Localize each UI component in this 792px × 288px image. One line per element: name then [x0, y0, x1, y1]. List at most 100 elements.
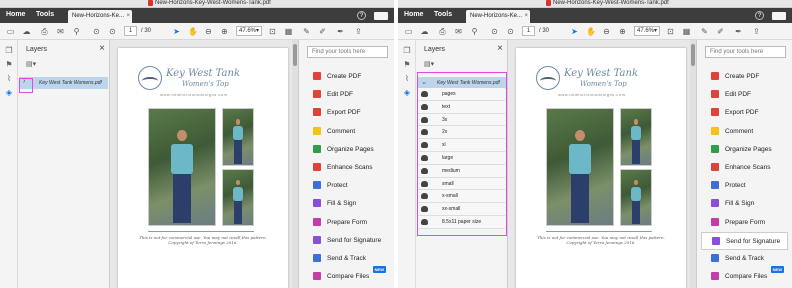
page-number-input[interactable]: 1 — [124, 26, 137, 36]
zoom-out-icon[interactable]: ⊖ — [204, 27, 213, 36]
tool-item[interactable]: Fill & Sign — [701, 195, 788, 213]
print-icon[interactable]: ⎙ — [438, 27, 447, 36]
tool-item-label: Protect — [327, 182, 348, 190]
send-track-icon — [711, 253, 719, 262]
search-icon[interactable]: ⚲ — [470, 27, 479, 36]
sign-icon[interactable]: ✒ — [336, 27, 345, 36]
tool-item[interactable]: Send for Signature — [701, 231, 788, 250]
close-icon[interactable]: × — [99, 43, 105, 54]
bookmark-icon[interactable]: ⚑ — [4, 60, 14, 70]
tool-search-input[interactable]: Find your tools here — [307, 46, 388, 58]
tab-document[interactable]: New-Horizons-Ke... × — [68, 10, 132, 23]
zoom-select[interactable]: 47.6% ▾ — [634, 26, 660, 36]
tool-item[interactable]: Export PDF — [303, 104, 390, 122]
tab-home[interactable]: Home — [6, 11, 25, 18]
hand-tool-icon[interactable]: ✋ — [586, 27, 596, 36]
zoom-in-icon[interactable]: ⊕ — [618, 27, 627, 36]
select-cursor-icon[interactable]: ➤ — [570, 27, 579, 36]
scrollbar-thumb[interactable] — [691, 44, 695, 66]
search-icon[interactable]: ⚲ — [72, 27, 81, 36]
layer-options-icon[interactable]: ▤▾ — [424, 60, 434, 68]
tool-item[interactable]: Create PDF — [701, 68, 788, 86]
tool-search-input[interactable]: Find your tools here — [705, 46, 786, 58]
tool-item[interactable]: Protect — [303, 177, 390, 195]
tool-item[interactable]: Create PDF — [303, 68, 390, 86]
tab-home[interactable]: Home — [404, 11, 423, 18]
logo-title: Key West Tank — [564, 68, 639, 79]
tool-item[interactable]: Fill & Sign — [303, 195, 390, 213]
page-thumbnails-icon[interactable]: ❐ — [402, 46, 412, 56]
page-up-icon[interactable]: ⊙ — [92, 27, 101, 36]
page-total: / 30 — [141, 28, 152, 34]
tab-tools[interactable]: Tools — [36, 11, 54, 18]
logo-emblem — [536, 66, 560, 90]
email-icon[interactable]: ✉ — [56, 27, 65, 36]
logo-url: www.newhorizonsdesigns.com — [558, 92, 626, 97]
attachment-icon[interactable]: ⌇ — [4, 74, 14, 84]
protect-icon — [711, 181, 719, 190]
tool-item[interactable]: Enhance Scans — [701, 159, 788, 177]
layers-icon[interactable]: ◈ — [402, 88, 412, 98]
tool-item[interactable]: Send for Signature — [303, 232, 390, 250]
zoom-out-icon[interactable]: ⊖ — [602, 27, 611, 36]
tool-item[interactable]: Edit PDF — [303, 86, 390, 104]
comment-icon — [711, 126, 719, 135]
tool-item[interactable]: Comment — [701, 123, 788, 141]
tool-item[interactable]: Export PDF — [701, 104, 788, 122]
upload-icon[interactable]: ☁ — [420, 27, 429, 36]
attachment-icon[interactable]: ⌇ — [402, 74, 412, 84]
help-button[interactable]: ? — [755, 11, 764, 20]
tool-item[interactable]: Organize Pages — [701, 141, 788, 159]
close-tab-icon[interactable]: × — [524, 13, 528, 19]
tool-item[interactable]: Prepare Form — [701, 214, 788, 232]
close-icon[interactable]: × — [497, 43, 503, 54]
tool-item[interactable]: Protect — [701, 177, 788, 195]
sign-icon[interactable]: ✒ — [734, 27, 743, 36]
close-tab-icon[interactable]: × — [126, 13, 130, 19]
comment-icon[interactable]: ✎ — [700, 27, 709, 36]
zoom-in-icon[interactable]: ⊕ — [220, 27, 229, 36]
layer-options-icon[interactable]: ▤▾ — [26, 60, 36, 68]
email-icon[interactable]: ✉ — [454, 27, 463, 36]
hand-tool-icon[interactable]: ✋ — [188, 27, 198, 36]
tool-item[interactable]: Compare Files NEW — [701, 266, 788, 286]
tool-item-label: Edit PDF — [725, 91, 752, 99]
page-number-input[interactable]: 1 — [522, 26, 535, 36]
window-control-button[interactable] — [772, 12, 786, 20]
upload-icon[interactable]: ☁ — [22, 27, 31, 36]
zoom-select[interactable]: 47.6% ▾ — [236, 26, 262, 36]
share-icon[interactable]: ⇪ — [752, 27, 761, 36]
save-icon[interactable]: ▭ — [6, 27, 15, 36]
highlight-icon[interactable]: ✐ — [318, 27, 327, 36]
select-cursor-icon[interactable]: ➤ — [172, 27, 181, 36]
tool-item[interactable]: Organize Pages — [303, 141, 390, 159]
print-icon[interactable]: ⎙ — [40, 27, 49, 36]
tool-item[interactable]: Edit PDF — [701, 86, 788, 104]
tab-document[interactable]: New-Horizons-Ke... × — [466, 10, 530, 23]
window-control-button[interactable] — [374, 12, 388, 20]
chevron-down-icon: ▾ — [255, 28, 259, 34]
tool-item[interactable]: Enhance Scans — [303, 159, 390, 177]
highlight-icon[interactable]: ✐ — [716, 27, 725, 36]
reading-mode-icon[interactable]: ▦ — [284, 27, 293, 36]
bookmark-icon[interactable]: ⚑ — [402, 60, 412, 70]
reading-mode-icon[interactable]: ▦ — [682, 27, 691, 36]
fit-page-icon[interactable]: ⊡ — [268, 27, 277, 36]
page-down-icon[interactable]: ⊙ — [108, 27, 117, 36]
scrollbar-thumb[interactable] — [293, 44, 297, 66]
new-badge: NEW — [770, 266, 784, 274]
page-down-icon[interactable]: ⊙ — [506, 27, 515, 36]
page-thumbnails-icon[interactable]: ❐ — [4, 46, 14, 56]
page-up-icon[interactable]: ⊙ — [490, 27, 499, 36]
layers-icon[interactable]: ◈ — [4, 88, 14, 98]
tool-item[interactable]: Prepare Form — [303, 214, 390, 232]
save-icon[interactable]: ▭ — [404, 27, 413, 36]
comment-icon[interactable]: ✎ — [302, 27, 311, 36]
tab-tools[interactable]: Tools — [434, 11, 452, 18]
tool-item[interactable]: Compare Files NEW — [303, 266, 390, 286]
help-button[interactable]: ? — [357, 11, 366, 20]
fit-page-icon[interactable]: ⊡ — [666, 27, 675, 36]
tool-item[interactable]: Comment — [303, 123, 390, 141]
enhance-scans-icon — [711, 162, 719, 171]
share-icon[interactable]: ⇪ — [354, 27, 363, 36]
